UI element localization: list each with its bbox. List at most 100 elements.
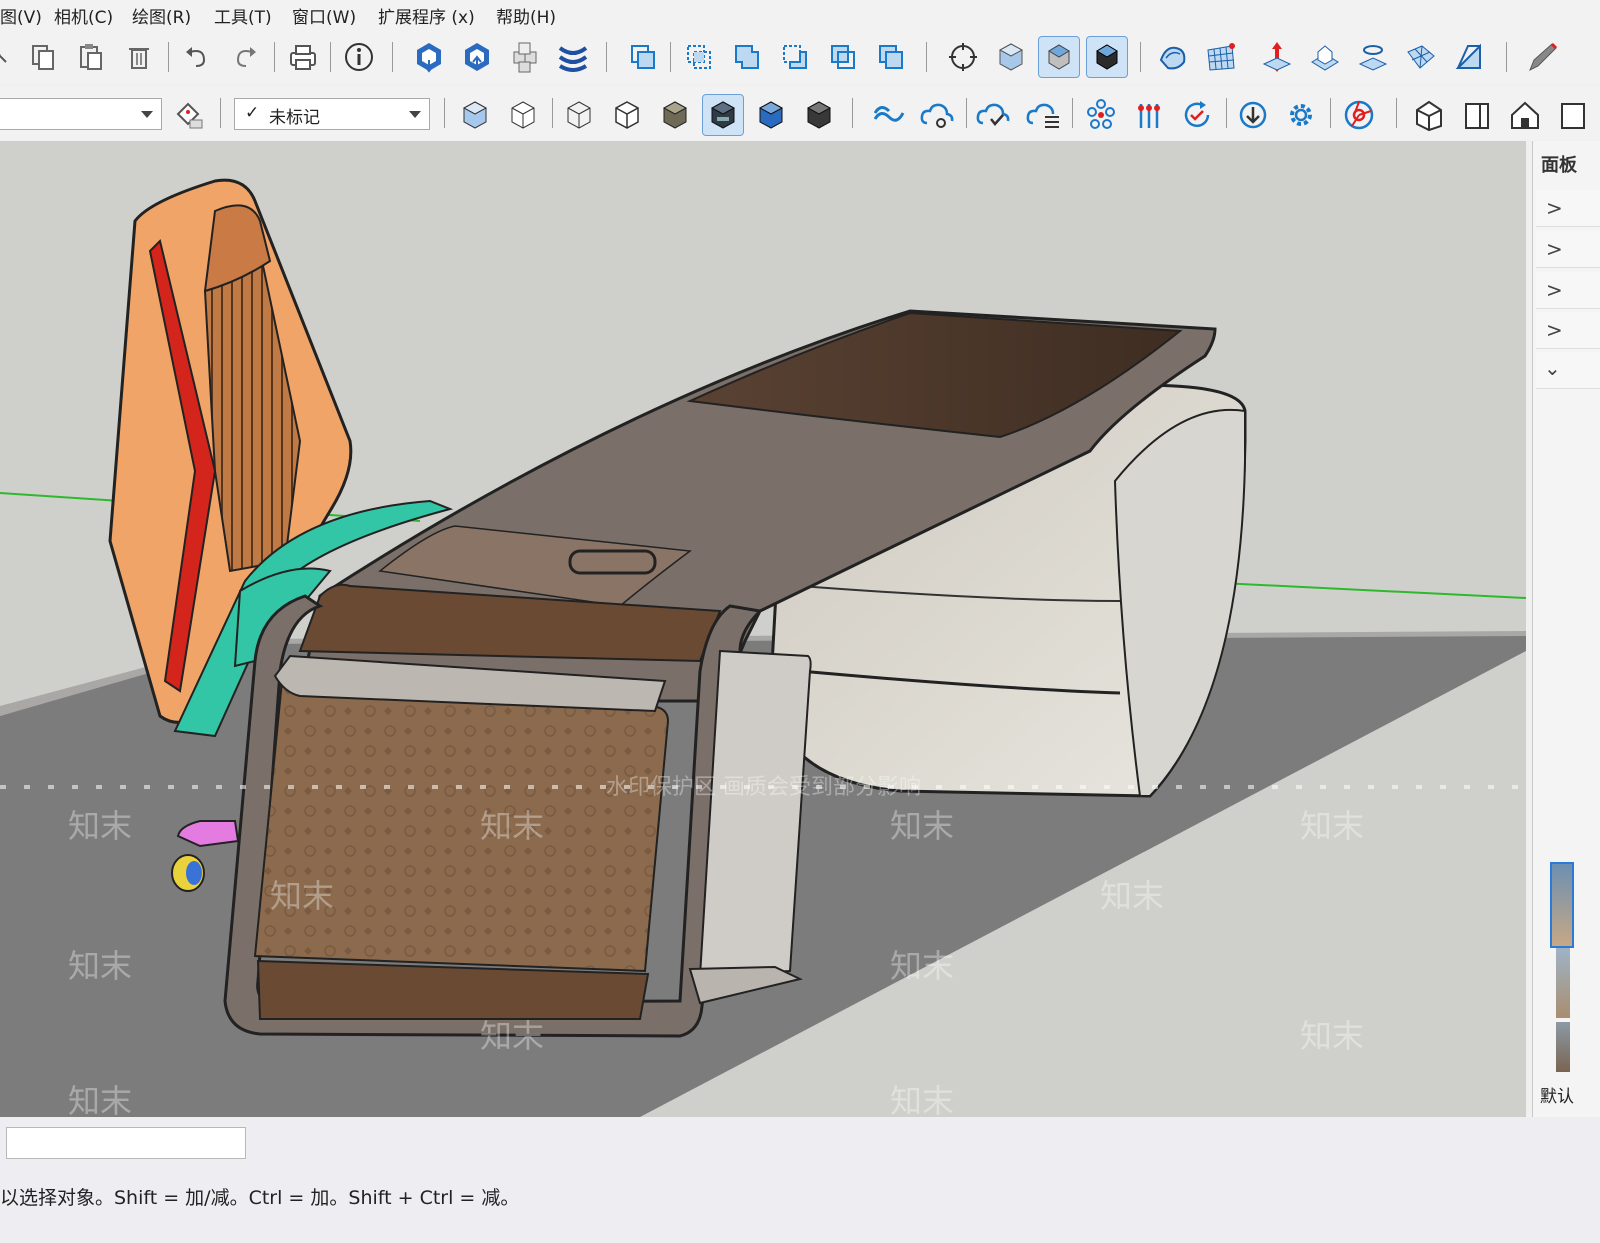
model-viewport[interactable]: 水印保护区 画质会受到部分影响 知末 知末 知末 知末 知末 知末 知末 知末 … xyxy=(0,141,1526,1117)
toolbar-separator xyxy=(1506,42,1507,72)
watermark-brand: 知末 xyxy=(1300,807,1365,845)
toolbar-separator xyxy=(1226,98,1227,128)
menu-help[interactable]: 帮助(H) xyxy=(496,3,556,28)
scene-render xyxy=(0,178,1526,1117)
toolbar-separator xyxy=(168,42,169,72)
toolbar-separator xyxy=(1330,98,1331,128)
extension-warehouse-icon[interactable] xyxy=(552,36,594,78)
tag-combo-value: 未标记 xyxy=(269,108,320,128)
shaded-textures-icon[interactable] xyxy=(702,94,744,136)
house-iso-icon[interactable] xyxy=(1408,94,1450,136)
refresh-check-icon[interactable] xyxy=(1176,94,1218,136)
main-toolbar xyxy=(0,30,1600,84)
model-info-icon[interactable] xyxy=(338,36,380,78)
3d-warehouse-icon[interactable] xyxy=(408,36,450,78)
stamp-icon[interactable] xyxy=(1304,36,1346,78)
back-edges-icon[interactable] xyxy=(502,94,544,136)
measurements-box[interactable] xyxy=(6,1127,246,1159)
sandbox-grid-icon[interactable] xyxy=(1200,36,1242,78)
share-model-icon[interactable] xyxy=(456,36,498,78)
subtract-icon[interactable] xyxy=(774,36,816,78)
secondary-toolbar: ✓ 未标记 xyxy=(0,86,1600,140)
trim-icon[interactable] xyxy=(822,36,864,78)
toolbar-separator xyxy=(274,42,275,72)
section-display-icon[interactable] xyxy=(990,36,1032,78)
toolbar-separator xyxy=(670,42,671,72)
gear-icon[interactable] xyxy=(1280,94,1322,136)
outer-shell-icon[interactable] xyxy=(622,36,664,78)
share-component-icon[interactable] xyxy=(504,36,546,78)
cloud-share-icon[interactable] xyxy=(916,94,958,136)
home-icon[interactable] xyxy=(1504,94,1546,136)
paste-icon[interactable] xyxy=(70,36,112,78)
menu-window[interactable]: 窗口(W) xyxy=(292,3,356,28)
tag-combo[interactable]: ✓ 未标记 xyxy=(234,98,430,130)
wireframe-icon[interactable] xyxy=(558,94,600,136)
watermark-brand: 知末 xyxy=(890,807,955,845)
cloud-sync-icon[interactable] xyxy=(868,94,910,136)
tag-tool-icon[interactable] xyxy=(168,94,210,136)
panel-section-4[interactable]: > xyxy=(1536,312,1600,349)
section-fill-icon[interactable] xyxy=(1086,36,1128,78)
material-thumbnail[interactable] xyxy=(1556,1022,1570,1072)
toolbar-separator xyxy=(606,42,607,72)
toolbar-separator xyxy=(966,98,967,128)
xray-icon[interactable] xyxy=(454,94,496,136)
cloud-check-icon[interactable] xyxy=(972,94,1014,136)
pencil-icon[interactable] xyxy=(1520,36,1562,78)
panel-section-5[interactable]: ⌄ xyxy=(1536,352,1600,389)
redo-icon[interactable] xyxy=(224,36,266,78)
flip-edge-icon[interactable] xyxy=(1448,36,1490,78)
watermark-brand: 知末 xyxy=(68,947,133,985)
dots-cluster-icon[interactable] xyxy=(1080,94,1122,136)
drape-icon[interactable] xyxy=(1352,36,1394,78)
toolbar-separator xyxy=(220,98,221,128)
menu-view[interactable]: 图(V) xyxy=(0,3,42,28)
watermark-brand: 知末 xyxy=(270,877,335,915)
display-mode-icon[interactable] xyxy=(798,94,840,136)
undo-icon[interactable] xyxy=(176,36,218,78)
menu-extensions[interactable]: 扩展程序 (x) xyxy=(378,3,475,28)
add-detail-icon[interactable] xyxy=(1400,36,1442,78)
material-thumbnail[interactable] xyxy=(1556,948,1570,1018)
sliders-icon[interactable] xyxy=(1128,94,1170,136)
split-icon[interactable] xyxy=(870,36,912,78)
browser-icon[interactable] xyxy=(1338,94,1380,136)
toolbar-separator xyxy=(392,42,393,72)
section-plane-icon[interactable] xyxy=(942,36,984,78)
watermark-notice: 水印保护区 画质会受到部分影响 xyxy=(606,775,921,800)
print-icon[interactable] xyxy=(282,36,324,78)
delete-icon[interactable] xyxy=(118,36,160,78)
house-front-icon[interactable] xyxy=(1456,94,1498,136)
panel-section-2[interactable]: > xyxy=(1536,231,1600,268)
cloud-list-icon[interactable] xyxy=(1022,94,1064,136)
copy-icon[interactable] xyxy=(22,36,64,78)
toolbar-separator xyxy=(552,98,553,128)
chevron-down-icon: ⌄ xyxy=(1544,356,1561,380)
menu-tools[interactable]: 工具(T) xyxy=(214,3,272,28)
menu-draw[interactable]: 绘图(R) xyxy=(132,3,191,28)
toolbar-separator xyxy=(1396,98,1397,128)
panel-section-3[interactable]: > xyxy=(1536,272,1600,309)
cut-icon[interactable] xyxy=(0,36,24,78)
download-circle-icon[interactable] xyxy=(1232,94,1274,136)
material-thumbnail[interactable] xyxy=(1550,862,1574,948)
shaded-icon[interactable] xyxy=(654,94,696,136)
check-icon: ✓ xyxy=(245,103,260,123)
watermark-brand: 知末 xyxy=(890,947,955,985)
smoove-icon[interactable] xyxy=(1256,36,1298,78)
watermark-brand: 知末 xyxy=(1300,1017,1365,1055)
section-cuts-icon[interactable] xyxy=(1038,36,1080,78)
watermark-brand: 知末 xyxy=(68,807,133,845)
intersect-icon[interactable] xyxy=(678,36,720,78)
chevron-right-icon: > xyxy=(1546,196,1563,220)
union-icon[interactable] xyxy=(726,36,768,78)
menu-camera[interactable]: 相机(C) xyxy=(54,3,113,28)
sandbox-contours-icon[interactable] xyxy=(1152,36,1194,78)
house-side-icon[interactable] xyxy=(1552,94,1594,136)
hidden-line-icon[interactable] xyxy=(606,94,648,136)
monochrome-icon[interactable] xyxy=(750,94,792,136)
layer-combo[interactable] xyxy=(0,98,162,130)
panel-section-1[interactable]: > xyxy=(1536,190,1600,227)
chevron-down-icon xyxy=(141,111,153,118)
